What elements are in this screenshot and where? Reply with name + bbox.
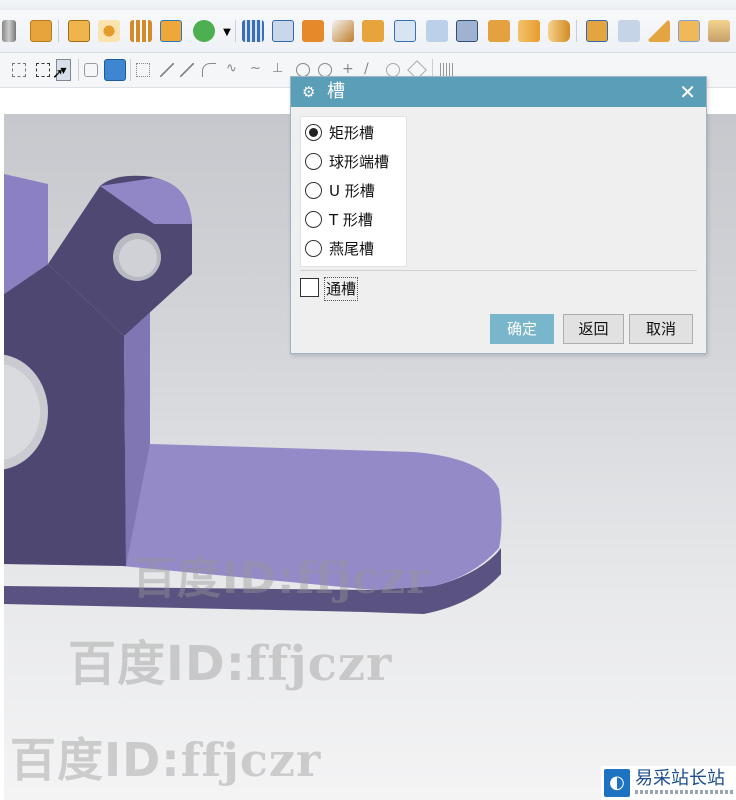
- radio-dovetail-slot[interactable]: 燕尾槽: [305, 238, 405, 262]
- watermark: 百度ID:ffjczr: [132, 542, 430, 606]
- slot-dialog: ⚙ 槽 ✕ 矩形槽 球形端槽 U 形槽 T 形槽 燕尾槽 通槽 确定 返回 取消: [290, 76, 707, 354]
- radio-button[interactable]: [305, 124, 322, 141]
- slash-icon[interactable]: /: [364, 61, 378, 77]
- feature-toolbar: ▼: [0, 10, 736, 53]
- chevron-down-icon[interactable]: ▼: [220, 26, 234, 40]
- cube-icon[interactable]: [456, 20, 478, 42]
- draft-icon[interactable]: [362, 20, 384, 42]
- radio-label: T 形槽: [329, 211, 373, 229]
- dialog-title: 槽: [327, 81, 345, 102]
- watermark-text: ffjczr: [245, 636, 393, 692]
- cylinder-feature-icon[interactable]: [548, 20, 570, 42]
- cancel-button[interactable]: 取消: [629, 314, 693, 344]
- radio-t-slot[interactable]: T 形槽: [305, 209, 405, 233]
- measure-icon[interactable]: [386, 63, 400, 77]
- dialog-divider: [300, 270, 697, 271]
- offset-icon[interactable]: [302, 20, 324, 42]
- logo-mark-icon: ◐: [604, 769, 630, 797]
- radio-button[interactable]: [305, 240, 322, 257]
- through-slot-checkbox-row[interactable]: 通槽: [300, 277, 380, 301]
- block-feature-icon[interactable]: [30, 20, 52, 42]
- box-select-icon[interactable]: [36, 63, 50, 77]
- radio-button[interactable]: [305, 211, 322, 228]
- surface-icon[interactable]: [678, 20, 700, 42]
- slot-type-group: 矩形槽 球形端槽 U 形槽 T 形槽 燕尾槽: [300, 116, 407, 267]
- through-slot-checkbox[interactable]: [300, 278, 319, 297]
- toolbar-separator: [58, 20, 59, 42]
- snap-point-icon[interactable]: [136, 63, 150, 77]
- radio-label: 矩形槽: [329, 124, 375, 142]
- grid-icon[interactable]: [440, 63, 454, 77]
- watermark-prefix: 百度ID:: [10, 733, 181, 787]
- spline-icon[interactable]: ∿: [226, 61, 240, 76]
- fillet-icon[interactable]: [518, 20, 540, 42]
- sheet-icon[interactable]: [242, 20, 264, 42]
- view-wireframe-icon[interactable]: [84, 63, 98, 77]
- toolbar-separator: [78, 59, 79, 81]
- toolbar-separator: [235, 20, 236, 42]
- logo-subtext-line: [635, 790, 735, 794]
- watermark: 百度ID:ffjczr: [10, 724, 321, 790]
- split-icon[interactable]: [426, 20, 448, 42]
- intersect-icon[interactable]: ⊥: [272, 61, 286, 76]
- cursor-icon: ➚: [52, 66, 64, 82]
- select-icon[interactable]: [12, 63, 26, 77]
- watermark-text: ffjczr: [180, 733, 322, 787]
- radio-button[interactable]: [305, 153, 322, 170]
- array-icon[interactable]: [130, 20, 152, 42]
- ear-hole-inner: [119, 239, 157, 277]
- radio-label: 燕尾槽: [329, 240, 375, 258]
- cylinders-icon[interactable]: [618, 20, 640, 42]
- curve-icon[interactable]: ~: [250, 61, 264, 76]
- pattern-icon[interactable]: [98, 20, 120, 42]
- chamfer-icon[interactable]: [488, 20, 510, 42]
- line2-icon[interactable]: [180, 63, 194, 77]
- toolbar-separator: [576, 20, 577, 42]
- close-icon[interactable]: ✕: [679, 80, 696, 104]
- boolean-icon[interactable]: [160, 20, 182, 42]
- pyramid-icon[interactable]: [708, 20, 730, 42]
- dialog-title-bar[interactable]: ⚙ 槽 ✕: [291, 77, 706, 107]
- cone-icon[interactable]: [648, 20, 670, 42]
- logo-text: 易采站长站: [635, 768, 725, 789]
- radio-button[interactable]: [305, 182, 322, 199]
- extrude-icon[interactable]: [68, 20, 90, 42]
- radio-label: U 形槽: [329, 182, 375, 200]
- datum-icon[interactable]: [193, 20, 215, 42]
- circle-point-icon[interactable]: [296, 63, 310, 77]
- arc-icon[interactable]: [202, 63, 216, 77]
- box-icon[interactable]: [586, 20, 608, 42]
- ok-button[interactable]: 确定: [490, 314, 554, 344]
- view-shaded-icon[interactable]: [104, 59, 126, 81]
- trim-icon[interactable]: [394, 20, 416, 42]
- shell-icon[interactable]: [272, 20, 294, 42]
- radio-ball-end-slot[interactable]: 球形端槽: [305, 151, 405, 175]
- cylinder-icon[interactable]: [2, 20, 16, 42]
- line-icon[interactable]: [160, 63, 174, 77]
- sweep-icon[interactable]: [332, 20, 354, 42]
- through-slot-label: 通槽: [324, 277, 359, 301]
- circle-icon[interactable]: [318, 63, 332, 77]
- gear-icon[interactable]: ⚙: [302, 83, 315, 101]
- radio-u-slot[interactable]: U 形槽: [305, 180, 405, 204]
- watermark-prefix: 百度ID:: [68, 636, 246, 692]
- site-logo: ◐ 易采站长站: [601, 766, 736, 800]
- watermark-text: ffjczr: [295, 553, 431, 604]
- radio-rectangular-slot[interactable]: 矩形槽: [305, 122, 405, 146]
- watermark-prefix: 百度ID:: [132, 553, 296, 604]
- radio-label: 球形端槽: [329, 153, 390, 171]
- back-button[interactable]: 返回: [563, 314, 624, 344]
- plus-icon[interactable]: +: [342, 61, 356, 77]
- toolbar-separator: [130, 59, 131, 81]
- watermark: 百度ID:ffjczr: [68, 624, 392, 694]
